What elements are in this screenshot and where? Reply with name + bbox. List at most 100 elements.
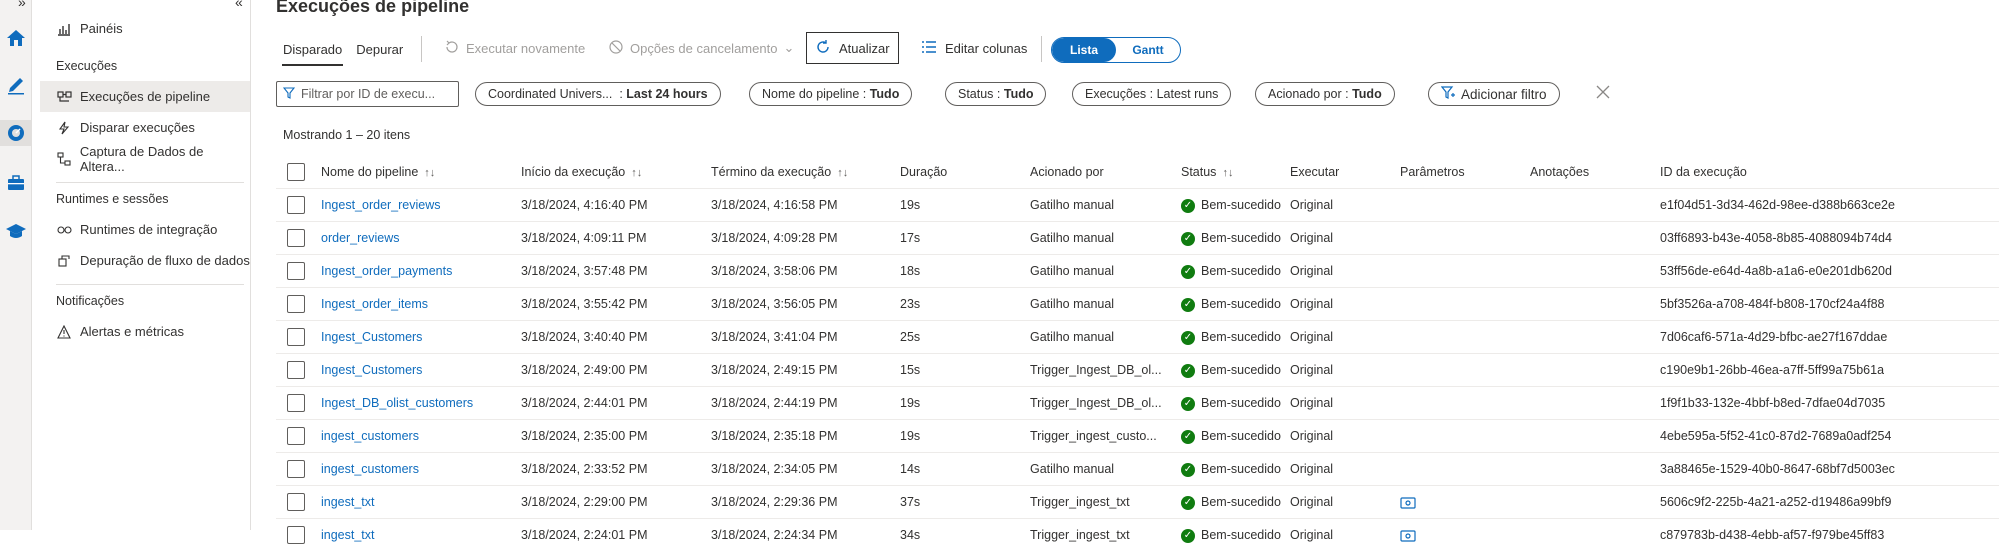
table-row[interactable]: order_reviews 3/18/2024, 4:09:11 PM 3/18/2… <box>276 221 1999 254</box>
column-header-pipeline-name[interactable]: Nome do pipeline ↑↓ <box>321 156 435 188</box>
select-all-checkbox[interactable] <box>287 163 305 181</box>
column-header-run[interactable]: Executar <box>1290 156 1339 188</box>
table-row[interactable]: ingest_txt 3/18/2024, 2:29:00 PM 3/18/2024… <box>276 485 1999 518</box>
table-row[interactable]: Ingest_Customers 3/18/2024, 2:49:00 PM 3/1… <box>276 353 1999 386</box>
sort-icon[interactable]: ↑↓ <box>837 167 848 179</box>
table-row[interactable]: Ingest_order_items 3/18/2024, 3:55:42 PM 3… <box>276 287 1999 320</box>
run-end-cell: 3/18/2024, 2:35:18 PM <box>711 429 838 443</box>
refresh-button[interactable]: Atualizar <box>806 32 899 64</box>
column-header-duration[interactable]: Duração <box>900 156 947 188</box>
triggered-by-cell: Gatilho manual <box>1030 198 1115 212</box>
row-checkbox[interactable] <box>287 295 305 313</box>
time-range-value: Last 24 hours <box>626 87 708 101</box>
triggered-by-cell: Trigger_Ingest_DB_ol... <box>1030 396 1162 410</box>
warning-icon <box>56 324 72 340</box>
expand-icon[interactable]: » <box>18 0 26 10</box>
sidebar-item-integration-runtimes[interactable]: Runtimes de integração <box>40 214 250 245</box>
status-text: Bem-sucedido <box>1201 462 1281 476</box>
pipeline-name-link[interactable]: Ingest_order_reviews <box>321 189 441 221</box>
table-row[interactable]: Ingest_order_payments 3/18/2024, 3:57:48 … <box>276 254 1999 287</box>
pipeline-name-link[interactable]: Ingest_Customers <box>321 321 422 353</box>
run-type-cell: Original <box>1290 297 1334 311</box>
table-row[interactable]: ingest_customers 3/18/2024, 2:35:00 PM 3/1… <box>276 419 1999 452</box>
tab-triggered[interactable]: Disparado <box>276 40 349 66</box>
sidebar-item-alerts[interactable]: Alertas e métricas <box>40 316 250 347</box>
status-text: Bem-sucedido <box>1201 495 1281 509</box>
add-filter-button[interactable]: Adicionar filtro <box>1428 82 1560 106</box>
success-check-icon: ✓ <box>1181 396 1195 411</box>
sidebar-item-pipeline-runs[interactable]: Execuções de pipeline <box>40 81 250 112</box>
home-icon[interactable] <box>3 25 29 51</box>
parameters-icon[interactable] <box>1400 486 1416 518</box>
sidebar-item-dashboards[interactable]: Painéis <box>40 13 250 44</box>
sidebar-item-change-data-capture[interactable]: Captura de Dados de Altera... <box>40 143 250 174</box>
view-gantt-button[interactable]: Gantt <box>1116 38 1180 62</box>
parameters-icon[interactable] <box>1400 519 1416 551</box>
row-checkbox[interactable] <box>287 229 305 247</box>
pipeline-name-link[interactable]: Ingest_order_payments <box>321 255 452 287</box>
run-id-filter-input[interactable]: Filtrar por ID de execu... <box>276 81 459 107</box>
sort-icon[interactable]: ↑↓ <box>631 167 642 179</box>
sort-icon[interactable]: ↑↓ <box>424 167 435 179</box>
column-header-status[interactable]: Status ↑↓ <box>1181 156 1233 188</box>
row-checkbox[interactable] <box>287 460 305 478</box>
collapse-sidebar-icon[interactable]: « <box>235 0 243 10</box>
pipeline-name-link[interactable]: ingest_txt <box>321 519 375 551</box>
pipeline-name-link[interactable]: Ingest_DB_olist_customers <box>321 387 473 419</box>
sidebar-section-runtimes: Runtimes e sessões <box>56 192 169 206</box>
column-header-annotations[interactable]: Anotações <box>1530 156 1589 188</box>
row-checkbox[interactable] <box>287 262 305 280</box>
row-checkbox[interactable] <box>287 493 305 511</box>
time-range-filter[interactable]: Coordinated Univers... : Last 24 hours <box>475 82 721 106</box>
row-checkbox[interactable] <box>287 196 305 214</box>
tab-debug[interactable]: Depurar <box>349 40 410 64</box>
learning-cap-icon[interactable] <box>3 218 29 244</box>
column-header-label: Início da execução <box>521 165 626 179</box>
column-header-run-start[interactable]: Início da execução ↑↓ <box>521 156 642 188</box>
table-row[interactable]: ingest_customers 3/18/2024, 2:33:52 PM 3/1… <box>276 452 1999 485</box>
row-checkbox[interactable] <box>287 361 305 379</box>
status-filter[interactable]: Status : Tudo <box>945 82 1047 106</box>
column-header-triggered-by[interactable]: Acionado por <box>1030 156 1104 188</box>
status-text: Bem-sucedido <box>1201 396 1281 410</box>
column-header-parameters[interactable]: Parâmetros <box>1400 156 1465 188</box>
row-checkbox[interactable] <box>287 328 305 346</box>
sort-icon[interactable]: ↑↓ <box>1222 167 1233 179</box>
pipeline-name-link[interactable]: Ingest_order_items <box>321 288 428 320</box>
triggered-by-filter[interactable]: Acionado por : Tudo <box>1255 82 1395 106</box>
table-row[interactable]: ingest_txt 3/18/2024, 2:24:01 PM 3/18/2024… <box>276 518 1999 551</box>
table-row[interactable]: Ingest_Customers 3/18/2024, 3:40:40 PM 3/1… <box>276 320 1999 353</box>
table-row[interactable]: Ingest_order_reviews 3/18/2024, 4:16:40 P… <box>276 188 1999 221</box>
edit-columns-button[interactable]: Editar colunas <box>921 32 1027 64</box>
column-header-run-id[interactable]: ID da execução <box>1660 156 1747 188</box>
pipeline-name-filter[interactable]: Nome do pipeline : Tudo <box>749 82 913 106</box>
pipeline-name-link[interactable]: order_reviews <box>321 222 400 254</box>
success-check-icon: ✓ <box>1181 528 1195 543</box>
clear-filters-icon[interactable] <box>1594 83 1612 104</box>
view-list-button[interactable]: Lista <box>1052 38 1116 62</box>
pipeline-name-link[interactable]: ingest_customers <box>321 420 419 452</box>
runs-filter-label: Execuções <box>1085 87 1147 101</box>
status-filter-label: Status <box>958 87 994 101</box>
author-pencil-icon[interactable] <box>3 72 29 98</box>
row-checkbox[interactable] <box>287 526 305 544</box>
row-checkbox[interactable] <box>287 394 305 412</box>
status-cell: ✓ Bem-sucedido <box>1181 519 1284 551</box>
run-start-cell: 3/18/2024, 4:09:11 PM <box>521 231 647 245</box>
success-check-icon: ✓ <box>1181 363 1195 378</box>
pipeline-name-link[interactable]: ingest_customers <box>321 453 419 485</box>
rerun-button[interactable]: Executar novamente <box>444 32 585 64</box>
manage-toolbox-icon[interactable] <box>3 170 29 196</box>
table-row[interactable]: Ingest_DB_olist_customers 3/18/2024, 2:44… <box>276 386 1999 419</box>
sidebar-item-data-flow-debug[interactable]: Depuração de fluxo de dados <box>40 245 250 276</box>
pipeline-name-link[interactable]: ingest_txt <box>321 486 375 518</box>
pipeline-name-link[interactable]: Ingest_Customers <box>321 354 422 386</box>
success-check-icon: ✓ <box>1181 462 1195 477</box>
runs-filter[interactable]: Execuções : Latest runs <box>1072 82 1232 106</box>
triggered-by-cell: Gatilho manual <box>1030 462 1115 476</box>
cancel-options-button[interactable]: Opções de cancelamento ⌄ <box>608 32 794 64</box>
monitor-gauge-icon[interactable] <box>0 120 31 146</box>
sidebar-item-trigger-runs[interactable]: Disparar execuções <box>40 112 250 143</box>
row-checkbox[interactable] <box>287 427 305 445</box>
column-header-run-end[interactable]: Término da execução ↑↓ <box>711 156 848 188</box>
